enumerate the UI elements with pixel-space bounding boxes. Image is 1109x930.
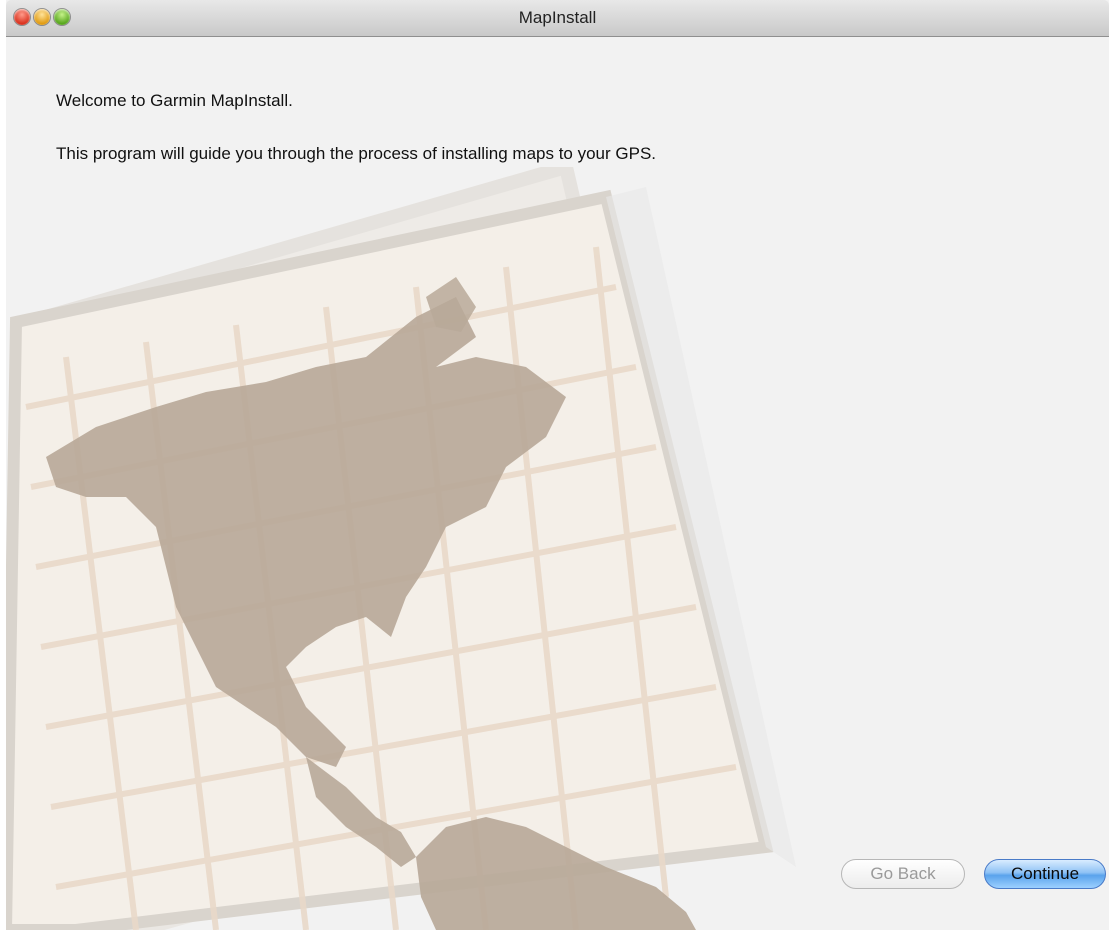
title-bar[interactable]: MapInstall [6, 0, 1109, 37]
content-area: Welcome to Garmin MapInstall. This progr… [6, 37, 1109, 930]
mapinstall-window: MapInstall Welcome to Garmin MapInstall.… [6, 0, 1109, 930]
continue-button[interactable]: Continue [984, 859, 1106, 889]
window-title: MapInstall [518, 8, 597, 27]
americas-map-illustration [6, 167, 796, 930]
welcome-heading: Welcome to Garmin MapInstall. [56, 91, 293, 110]
welcome-description: This program will guide you through the … [56, 144, 657, 163]
go-back-button[interactable]: Go Back [841, 859, 965, 889]
